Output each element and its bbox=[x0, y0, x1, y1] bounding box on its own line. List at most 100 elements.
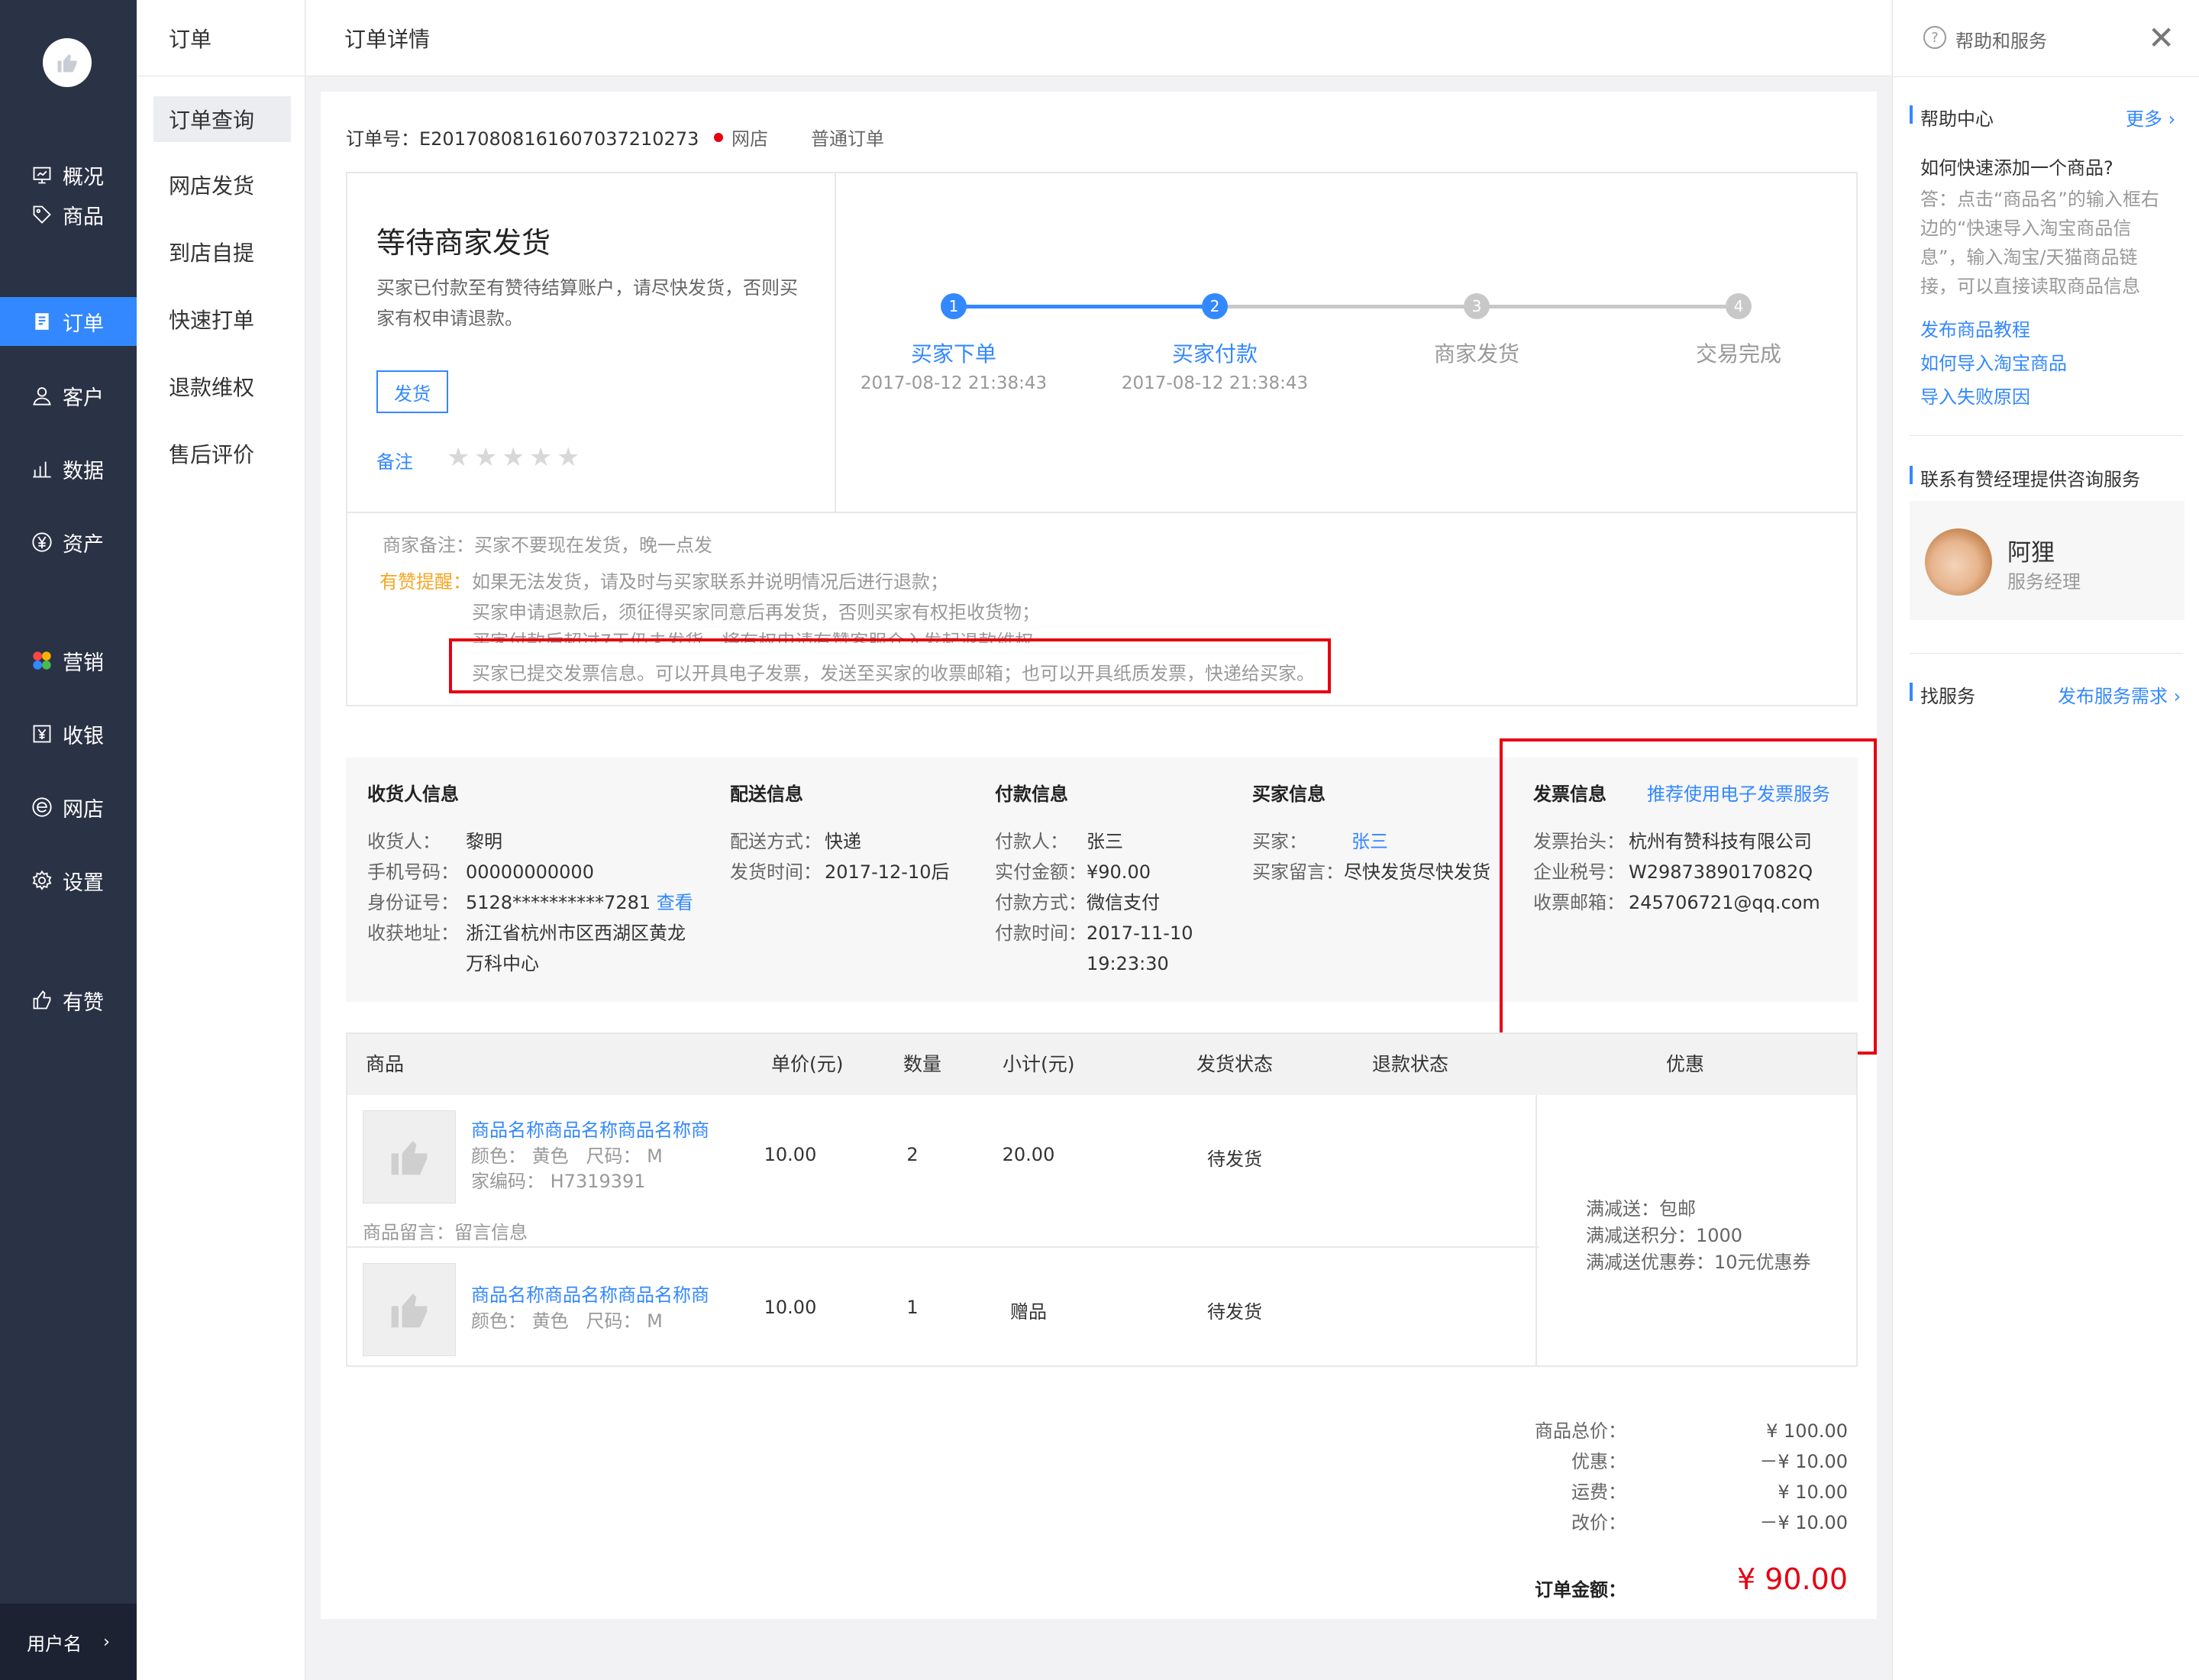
payment-labels: 付款人： 实付金额： 付款方式： 付款时间： bbox=[995, 826, 1087, 948]
apps-icon bbox=[31, 649, 53, 672]
publish-service-text: 发布服务需求 bbox=[2058, 686, 2168, 707]
star-rating[interactable]: ★ ★ ★ ★ ★ bbox=[447, 442, 599, 473]
buyer-msg-label: 买家留言： bbox=[1252, 861, 1344, 883]
order-progress: 1 2 3 4 买家下单 2017-08-12 21:38:43 买家付款 20… bbox=[836, 173, 1858, 513]
subnav-item-quick-print[interactable]: 快速打单 bbox=[153, 296, 291, 342]
order-number-label: 订单号： bbox=[346, 128, 419, 150]
star-icon[interactable]: ★ bbox=[529, 442, 552, 473]
subnav-item-reviews[interactable]: 售后评价 bbox=[153, 431, 291, 477]
summary-labels: 商品总价： 优惠： 运费： 改价： bbox=[1466, 1416, 1626, 1538]
status-left: 等待商家发货 买家已付款至有赞待结算账户，请尽快发货，否则买 家有权申请退款。 … bbox=[347, 173, 836, 513]
order-icon bbox=[31, 310, 53, 333]
step-4-badge: 4 bbox=[1726, 293, 1752, 319]
section-marker bbox=[1910, 466, 1913, 484]
subnav-item-pickup[interactable]: 到店自提 bbox=[153, 229, 291, 275]
product-name-link[interactable]: 商品名称商品名称商品名称商 bbox=[471, 1115, 709, 1142]
chevron-right-icon: › bbox=[103, 1632, 110, 1652]
delivery-method: 快递 bbox=[825, 831, 861, 852]
help-answer-line: 接，可以直接读取商品信息 bbox=[1920, 276, 2140, 297]
nav-assets[interactable]: 资产 bbox=[0, 518, 137, 567]
nav-store[interactable]: 网店 bbox=[0, 783, 137, 832]
remark-link[interactable]: 备注 bbox=[376, 447, 413, 473]
service-title: 找服务 bbox=[1920, 686, 1975, 707]
tip-line-2: 买家申请退款后，须征得买家同意后再发货，否则买家有权拒收货物； bbox=[472, 602, 1040, 623]
pay-method: 微信支付 bbox=[1087, 892, 1160, 913]
nav-cashier[interactable]: 收银 bbox=[0, 709, 137, 758]
row-price: 10.00 bbox=[764, 1297, 817, 1318]
col-qty: 数量 bbox=[903, 1053, 942, 1075]
col-price: 单价(元) bbox=[771, 1053, 844, 1075]
star-icon[interactable]: ★ bbox=[557, 442, 580, 473]
publish-service-link[interactable]: 发布服务需求 › bbox=[2058, 681, 2181, 708]
subnav-title: 订单 bbox=[137, 0, 305, 76]
star-icon[interactable]: ★ bbox=[474, 442, 497, 473]
status-desc-2: 家有权申请退款。 bbox=[376, 308, 523, 329]
close-icon[interactable]: ✕ bbox=[2148, 17, 2175, 60]
product-spec: 颜色： 黄色 尺码： M bbox=[471, 1306, 663, 1333]
product-thumbnail[interactable] bbox=[363, 1110, 456, 1203]
nav-settings[interactable]: 设置 bbox=[0, 856, 137, 905]
product-code: 家编码： H7319391 bbox=[471, 1171, 646, 1192]
subnav-item-order-query[interactable]: 订单查询 bbox=[153, 96, 291, 142]
help-center-title: 帮助中心 bbox=[1920, 108, 1994, 130]
section-marker bbox=[1910, 105, 1913, 124]
product-message-text: 留言信息 bbox=[454, 1222, 528, 1243]
receiver-title: 收货人信息 bbox=[367, 783, 459, 805]
star-icon[interactable]: ★ bbox=[502, 442, 525, 473]
discount-label: 优惠： bbox=[1571, 1451, 1626, 1472]
promo-cell: 满减送：包邮 满减送积分：1000 满减送优惠券：10元优惠券 bbox=[1535, 1095, 1856, 1365]
user-icon bbox=[31, 384, 53, 407]
paid-amount: ¥90.00 bbox=[1087, 861, 1151, 883]
thumb-up-icon bbox=[57, 53, 77, 73]
view-id-link[interactable]: 查看 bbox=[657, 892, 693, 913]
promo-item: 满减送优惠券：10元优惠券 bbox=[1586, 1252, 1811, 1273]
nav-orders[interactable]: 订单 bbox=[0, 297, 137, 346]
nav-marketing[interactable]: 营销 bbox=[0, 636, 137, 685]
subnav-item-refunds[interactable]: 退款维权 bbox=[153, 363, 291, 409]
nav-customers[interactable]: 客户 bbox=[0, 371, 137, 420]
help-answer: 答：点击“商品名”的输入框右 边的“快速导入淘宝商品信 息”，输入淘宝/天猫商品… bbox=[1920, 185, 2159, 301]
sub-sidebar: 订单 订单查询 网店发货 到店自提 快速打单 退款维权 售后评价 bbox=[137, 0, 305, 1680]
product-name-link[interactable]: 商品名称商品名称商品名称商 bbox=[471, 1280, 709, 1307]
progress-line-done bbox=[954, 305, 1215, 309]
user-menu[interactable]: 用户名 › bbox=[0, 1604, 137, 1680]
help-link-publish-tutorial[interactable]: 发布商品教程 bbox=[1920, 313, 2067, 347]
nav-youzan[interactable]: 有赞 bbox=[0, 976, 137, 1025]
adjust-label: 改价： bbox=[1571, 1512, 1626, 1533]
goods-total: ¥ 100.00 bbox=[1766, 1420, 1848, 1442]
nav-label: 网店 bbox=[63, 797, 104, 822]
buyer-values: 张三 尽快发货尽快发货 bbox=[1344, 826, 1490, 887]
nav-label: 订单 bbox=[63, 312, 104, 336]
section-marker bbox=[1910, 683, 1913, 701]
shipping-value: ¥ 10.00 bbox=[1778, 1481, 1848, 1503]
row-subtotal: 赠品 bbox=[1010, 1301, 1047, 1323]
star-icon[interactable]: ★ bbox=[447, 442, 470, 473]
step-2-badge: 2 bbox=[1202, 293, 1228, 319]
nav-label: 数据 bbox=[63, 459, 104, 483]
help-link-import-taobao[interactable]: 如何导入淘宝商品 bbox=[1920, 347, 2067, 380]
ship-button[interactable]: 发货 bbox=[376, 370, 448, 413]
chevron-right-icon: › bbox=[2173, 686, 2181, 707]
more-link[interactable]: 更多 › bbox=[2126, 104, 2175, 131]
delivery-time: 2017-12-10后 bbox=[825, 861, 950, 883]
monitor-icon bbox=[31, 163, 53, 186]
status-title: 等待商家发货 bbox=[376, 226, 551, 260]
order-number-value: E20170808161607037210273 bbox=[419, 128, 699, 150]
nav-data[interactable]: 数据 bbox=[0, 444, 137, 493]
help-link-import-fail[interactable]: 导入失败原因 bbox=[1920, 380, 2067, 414]
help-answer-line: 答：点击“商品名”的输入框右 bbox=[1920, 189, 2159, 210]
shop-logo[interactable] bbox=[43, 38, 92, 87]
delivery-title: 配送信息 bbox=[730, 783, 803, 805]
subnav-item-online-ship[interactable]: 网店发货 bbox=[153, 162, 291, 208]
divider bbox=[1893, 76, 2199, 77]
col-subtotal: 小计(元) bbox=[1003, 1053, 1075, 1075]
nav-label: 资产 bbox=[63, 532, 104, 557]
page-title: 订单详情 bbox=[344, 26, 431, 52]
product-thumbnail[interactable] bbox=[363, 1263, 456, 1356]
order-detail-card: 订单号：E20170808161607037210273 网店 普通订单 等待商… bbox=[321, 92, 1877, 1619]
buyer-labels: 买家： 买家留言： bbox=[1252, 826, 1344, 887]
buyer-link[interactable]: 张三 bbox=[1344, 826, 1490, 857]
nav-goods[interactable]: 商品 bbox=[0, 190, 137, 239]
table-row: 商品名称商品名称商品名称商 颜色： 黄色 尺码： M 家编码： H7319391… bbox=[347, 1095, 1539, 1248]
manager-card[interactable]: 阿狸 服务经理 bbox=[1910, 501, 2184, 620]
